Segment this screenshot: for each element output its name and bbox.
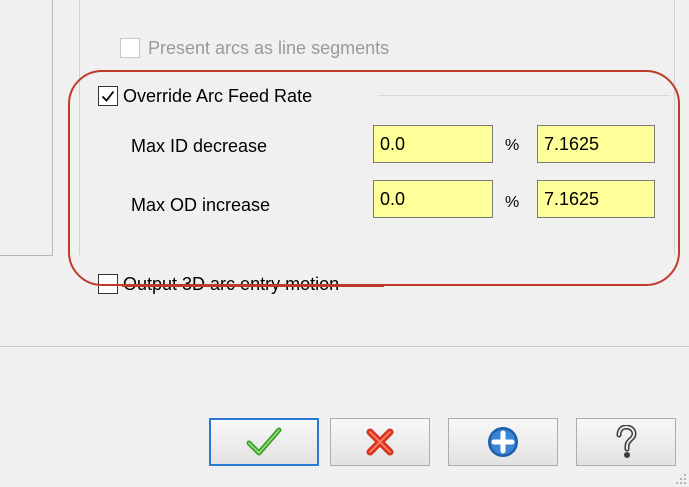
max-od-increase-feed-input[interactable] (537, 180, 655, 218)
left-panel-border-bottom (0, 255, 53, 256)
red-x-icon (366, 428, 394, 456)
percent-symbol: % (505, 194, 520, 211)
output-3d-arc-checkbox[interactable] (98, 274, 118, 294)
question-mark-icon (616, 425, 637, 458)
percent-symbol: % (505, 137, 520, 154)
override-arc-feed-checkbox[interactable] (98, 86, 118, 106)
override-arc-feed-label: Override Arc Feed Rate (123, 86, 313, 106)
max-id-decrease-label: Max ID decrease (131, 136, 268, 156)
cancel-button[interactable] (330, 418, 430, 466)
left-panel-border (52, 0, 53, 255)
help-button[interactable] (576, 418, 676, 466)
max-od-increase-label: Max OD increase (131, 195, 271, 215)
add-button[interactable] (448, 418, 558, 466)
present-arcs-label: Present arcs as line segments (148, 38, 390, 58)
blue-plus-circle-icon (488, 427, 518, 457)
annotation-strike-line (122, 285, 384, 287)
present-arcs-checkbox[interactable] (120, 38, 140, 58)
green-checkmark-icon (246, 427, 282, 456)
ok-button[interactable] (209, 418, 319, 466)
output-3d-arc-label: Output 3D arc entry motion (123, 274, 340, 294)
max-id-decrease-feed-input[interactable] (537, 125, 655, 163)
group-separator (378, 95, 670, 96)
max-od-increase-percent-input[interactable] (373, 180, 493, 218)
check-icon (101, 90, 115, 102)
max-id-decrease-percent-input[interactable] (373, 125, 493, 163)
resize-grip-icon[interactable] (675, 473, 687, 485)
